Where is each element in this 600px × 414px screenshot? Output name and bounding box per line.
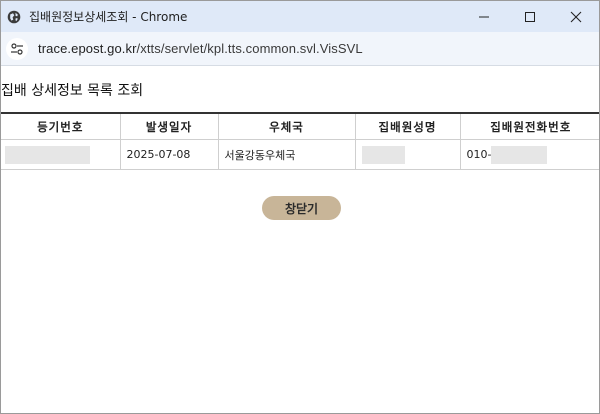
redacted-reg-no <box>5 145 90 164</box>
window-title: 집배원정보상세조회 - Chrome <box>29 10 188 24</box>
cell-reg-no <box>1 139 121 170</box>
redacted-phone <box>491 145 548 164</box>
maximize-icon <box>525 11 535 22</box>
cell-post-office: 서울강동우체국 <box>218 139 356 170</box>
table-header-row: 등기번호 발생일자 우체국 집배원성명 집배원전화번호 <box>1 112 599 140</box>
header-carrier-phone: 집배원전화번호 <box>460 112 599 140</box>
minimize-icon <box>479 16 489 17</box>
table-row: 2025-07-08 서울강동우체국 010- <box>1 139 599 170</box>
cell-carrier-phone: 010- <box>460 139 599 170</box>
cell-date: 2025-07-08 <box>120 139 219 170</box>
url-path: /xtts/servlet/kpl.tts.common.svl.VisSVL <box>136 41 363 56</box>
close-window-button[interactable] <box>553 1 599 32</box>
tune-icon <box>11 42 23 55</box>
header-post-office: 우체국 <box>218 112 356 140</box>
carrier-info-table: 등기번호 발생일자 우체국 집배원성명 집배원전화번호 2025-07-08 서… <box>1 112 599 170</box>
redacted-carrier-name <box>361 145 405 164</box>
close-window-page-button[interactable]: 창닫기 <box>262 196 341 220</box>
close-icon <box>570 11 582 22</box>
header-carrier-name: 집배원성명 <box>355 112 461 140</box>
window-controls <box>461 1 599 32</box>
header-date: 발생일자 <box>120 112 219 140</box>
header-reg-no: 등기번호 <box>1 112 121 140</box>
cell-carrier-name <box>355 139 461 170</box>
globe-icon <box>7 10 21 24</box>
url-text[interactable]: trace.epost.go.kr/xtts/servlet/kpl.tts.c… <box>38 41 363 56</box>
title-bar: 집배원정보상세조회 - Chrome <box>1 1 599 32</box>
browser-window: 집배원정보상세조회 - Chrome trace.epost.go.kr/xtt… <box>0 0 600 414</box>
site-info-button[interactable] <box>6 37 28 60</box>
address-bar: trace.epost.go.kr/xtts/servlet/kpl.tts.c… <box>1 32 599 66</box>
minimize-button[interactable] <box>461 1 507 32</box>
maximize-button[interactable] <box>507 1 553 32</box>
url-host: trace.epost.go.kr <box>38 41 137 56</box>
phone-prefix: 010- <box>466 147 492 161</box>
page-title: 집배 상세정보 목록 조회 <box>1 83 144 99</box>
